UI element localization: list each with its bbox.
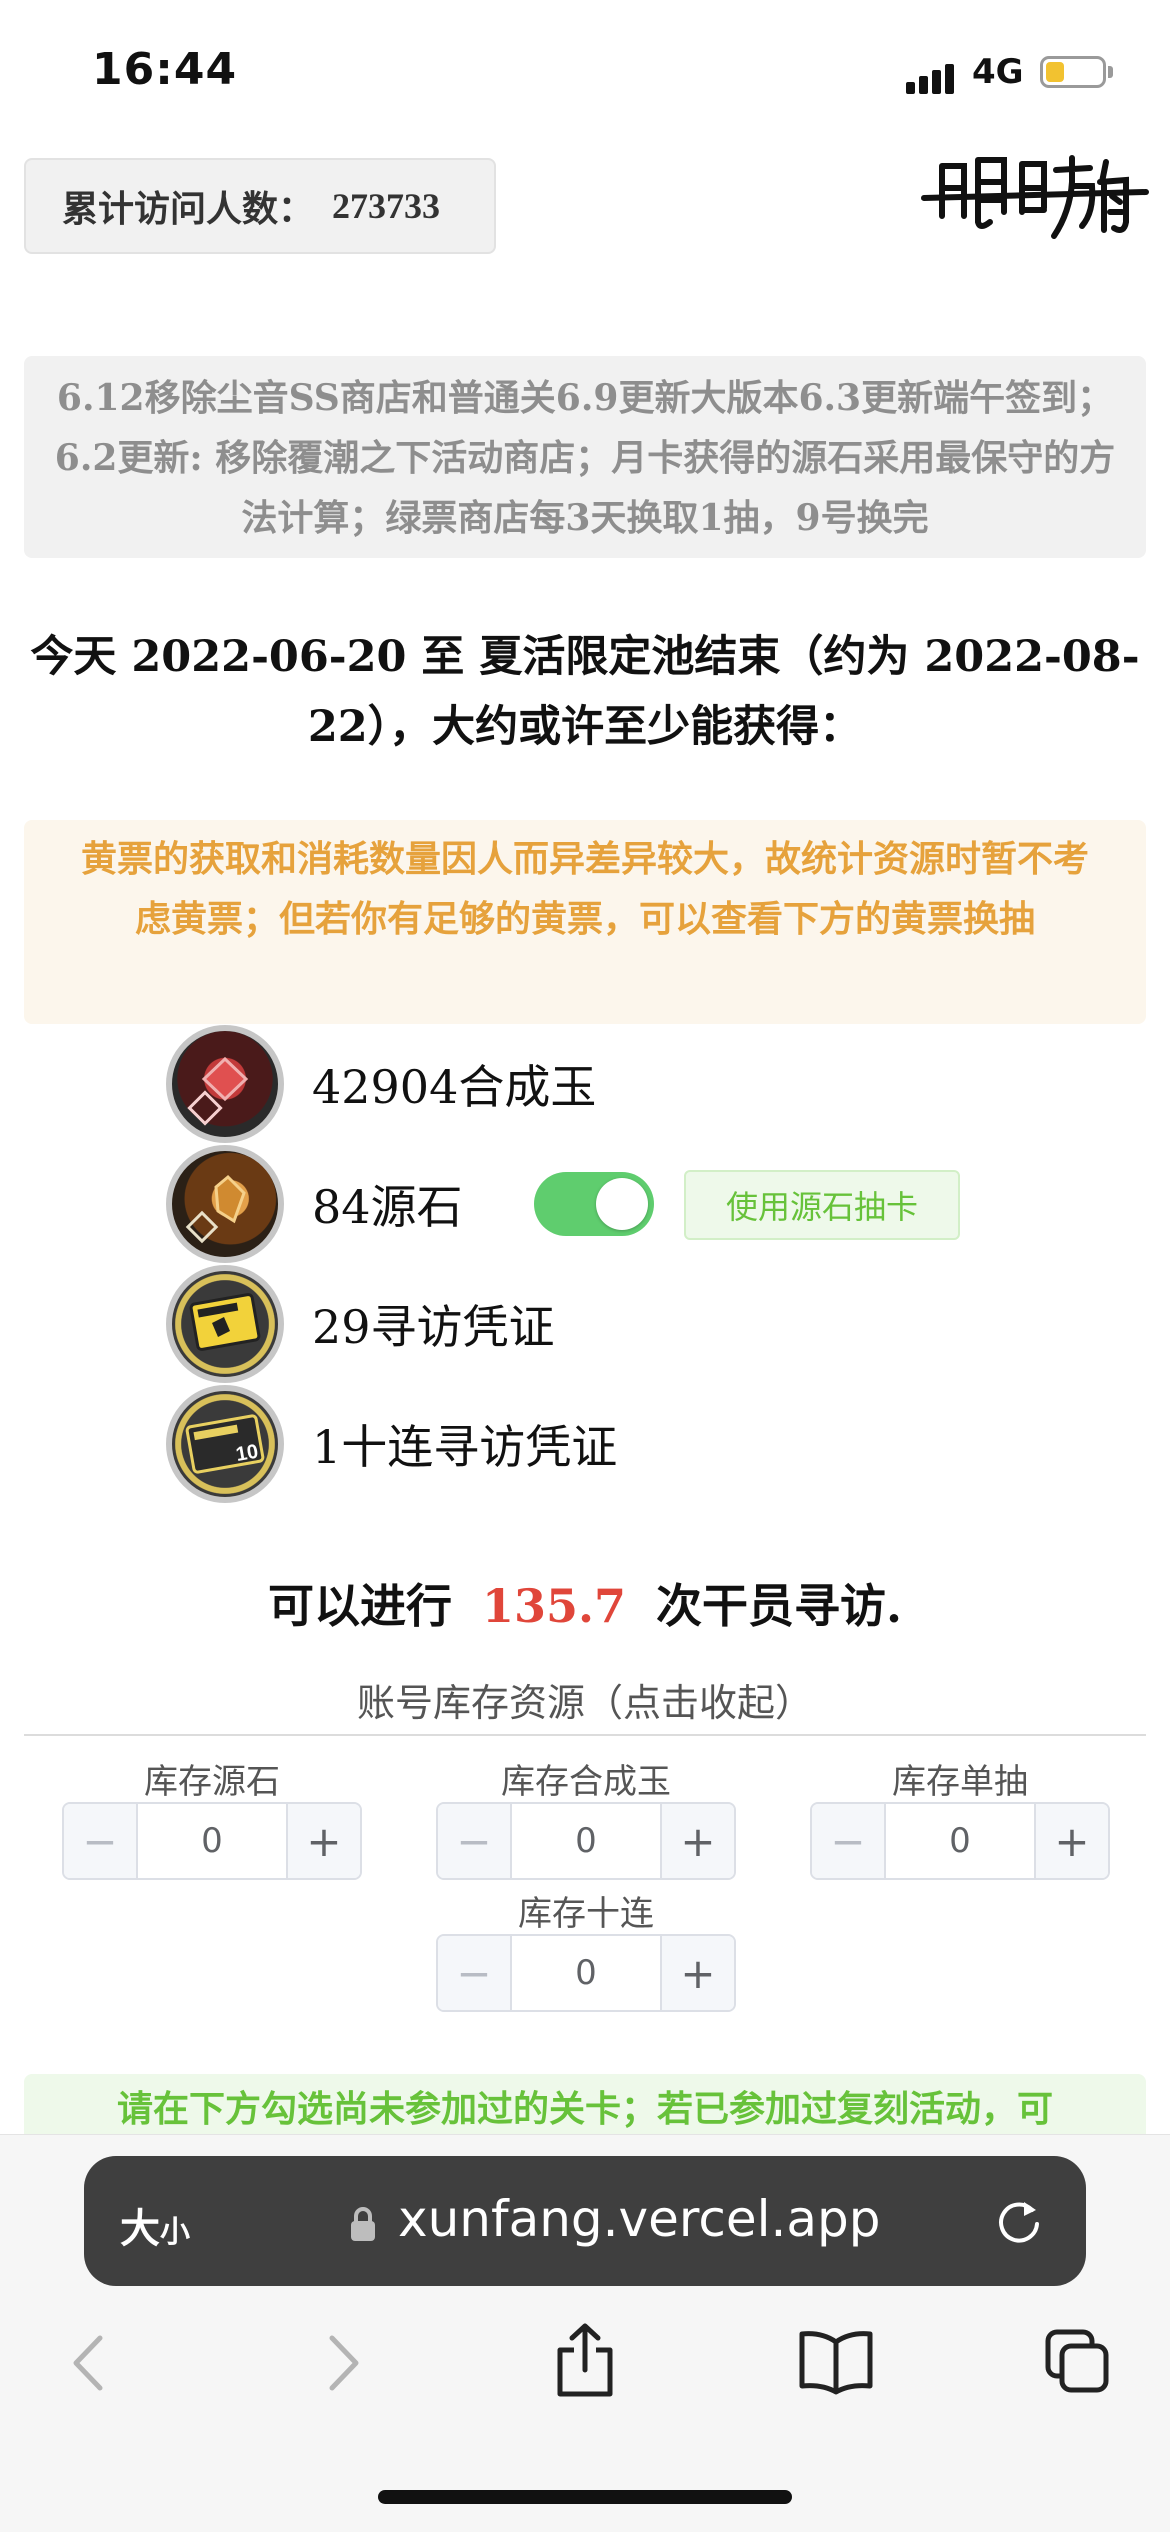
reload-icon[interactable] xyxy=(994,2196,1044,2246)
update-notice: 6.12移除尘音SS商店和普通关6.9更新大版本6.3更新端午签到；6.2更新:… xyxy=(24,356,1146,558)
text-size-large: 大 xyxy=(120,2206,160,2252)
inventory-single-pull-stepper: − 0 + xyxy=(810,1802,1110,1880)
increment-button[interactable]: + xyxy=(660,1936,734,2010)
increment-button[interactable]: + xyxy=(286,1804,360,1878)
ten-pull-permit-icon: 10 xyxy=(166,1385,284,1503)
result-value: 135.7 xyxy=(481,1579,627,1633)
inventory-originite-label: 库存源石 xyxy=(144,1762,280,1802)
stepper-value[interactable]: 0 xyxy=(512,1936,660,2010)
summary-headline: 今天 2022-06-20 至 夏活限定池结束（约为 2022-08-22），大… xyxy=(30,632,1140,752)
stepper-value[interactable]: 0 xyxy=(512,1804,660,1878)
arknights-logo xyxy=(920,152,1150,246)
resource-row-ten-pull: 10 1十连寻访凭证 xyxy=(166,1384,1126,1504)
toggle-knob xyxy=(596,1178,648,1230)
resource-row-originite: 84源石 xyxy=(166,1144,526,1264)
network-type: 4G xyxy=(972,52,1024,92)
inventory-ten-pull-stepper: − 0 + xyxy=(436,1934,736,2012)
forward-icon[interactable] xyxy=(306,2328,376,2398)
inventory-originite-stepper: − 0 + xyxy=(62,1802,362,1880)
headhunting-permit-icon xyxy=(166,1265,284,1383)
decrement-button[interactable]: − xyxy=(64,1804,138,1878)
home-indicator xyxy=(378,2490,792,2504)
divider xyxy=(24,1734,1146,1736)
use-originite-toggle[interactable] xyxy=(534,1172,654,1236)
increment-button[interactable]: + xyxy=(1034,1804,1108,1878)
share-icon[interactable] xyxy=(550,2320,620,2397)
increment-button[interactable]: + xyxy=(660,1804,734,1878)
result-prefix: 可以进行 xyxy=(267,1579,452,1633)
lock-icon xyxy=(348,2206,378,2242)
battery-tip xyxy=(1108,66,1113,78)
decrement-button[interactable]: − xyxy=(438,1936,512,2010)
visitor-counter: 累计访问人数： 273733 xyxy=(24,158,496,254)
decrement-button[interactable]: − xyxy=(438,1804,512,1878)
signal-icon xyxy=(906,60,958,94)
resource-label: 29寻访凭证 xyxy=(312,1300,555,1354)
inventory-orundum-label: 库存合成玉 xyxy=(501,1762,671,1802)
yellow-ticket-warning: 黄票的获取和消耗数量因人而异差异较大，故统计资源时暂不考虑黄票；但若你有足够的黄… xyxy=(24,820,1146,1024)
resource-row-orundum: 42904合成玉 xyxy=(166,1024,1126,1144)
inventory-collapse-header[interactable]: 账号库存资源（点击收起） xyxy=(0,1672,1170,1727)
back-icon[interactable] xyxy=(56,2328,126,2398)
inventory-ten-pull-label: 库存十连 xyxy=(518,1894,654,1934)
resource-row-permit: 29寻访凭证 xyxy=(166,1264,1126,1384)
stepper-value[interactable]: 0 xyxy=(886,1804,1034,1878)
bookmarks-icon[interactable] xyxy=(796,2326,876,2396)
status-time: 16:44 xyxy=(92,44,238,95)
stage-selection-note: 请在下方勾选尚未参加过的关卡；若已参加过复刻活动，可 xyxy=(24,2074,1146,2134)
pull-count-result: 可以进行 135.7 次干员寻访. xyxy=(0,1570,1170,1636)
decrement-button[interactable]: − xyxy=(812,1804,886,1878)
resource-label: 84源石 xyxy=(312,1180,463,1234)
tabs-icon[interactable] xyxy=(1042,2326,1112,2396)
visitor-label: 累计访问人数： xyxy=(62,188,315,230)
use-originite-button[interactable]: 使用源石抽卡 xyxy=(684,1170,960,1240)
originite-icon xyxy=(166,1145,284,1263)
url-text[interactable]: xunfang.vercel.app xyxy=(398,2190,881,2248)
svg-text:10: 10 xyxy=(234,1441,260,1467)
inventory-single-pull-label: 库存单抽 xyxy=(892,1762,1028,1802)
battery-icon xyxy=(1040,56,1106,88)
visitor-count: 273733 xyxy=(332,186,441,226)
resource-label: 1十连寻访凭证 xyxy=(312,1420,618,1474)
text-size-button[interactable]: 大小 xyxy=(120,2196,190,2254)
text-size-small: 小 xyxy=(160,2215,190,2250)
stepper-value[interactable]: 0 xyxy=(138,1804,286,1878)
resource-label: 42904合成玉 xyxy=(312,1060,597,1114)
inventory-orundum-stepper: − 0 + xyxy=(436,1802,736,1880)
orundum-icon xyxy=(166,1025,284,1143)
result-suffix: 次干员寻访. xyxy=(656,1579,903,1633)
